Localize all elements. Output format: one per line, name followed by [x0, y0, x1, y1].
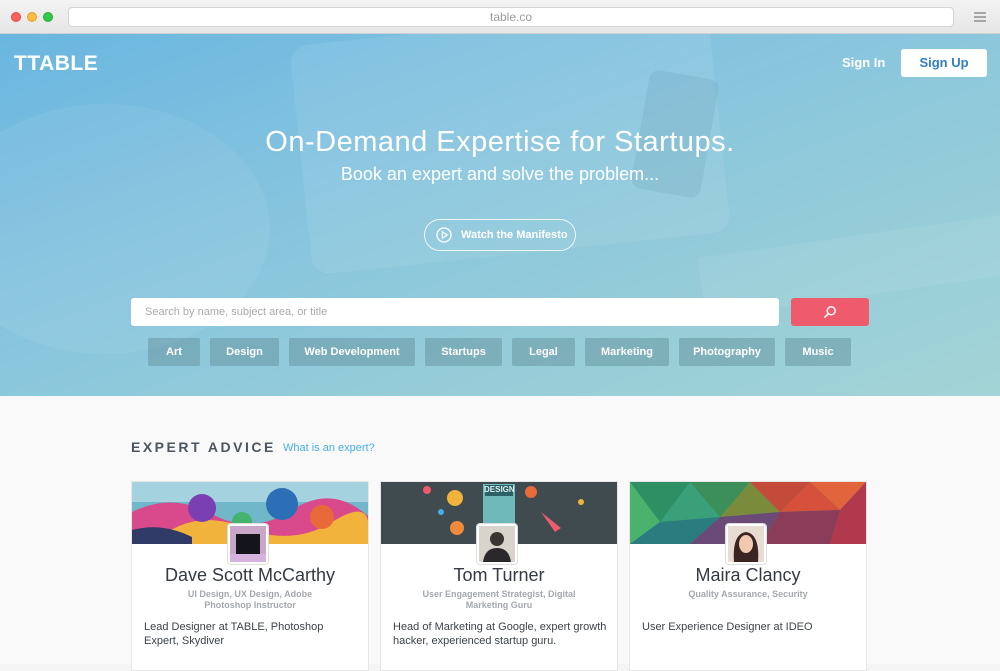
maximize-window-button[interactable] [43, 12, 53, 22]
search-button[interactable] [791, 298, 869, 326]
watch-manifesto-button[interactable]: Watch the Manifesto [424, 219, 576, 251]
avatar [228, 524, 268, 564]
logo[interactable]: TTABLE [14, 52, 98, 76]
search-input[interactable] [131, 298, 779, 326]
tag-web-development[interactable]: Web Development [289, 338, 415, 366]
tag-startups[interactable]: Startups [425, 338, 502, 366]
sign-up-button[interactable]: Sign Up [901, 49, 987, 77]
play-icon [436, 227, 452, 243]
tag-art[interactable]: Art [148, 338, 200, 366]
expert-card[interactable]: Dave Scott McCarthy UI Design, UX Design… [131, 481, 369, 671]
expert-bio: Head of Marketing at Google, expert grow… [393, 621, 607, 647]
search-icon [823, 306, 836, 318]
expert-card[interactable]: DESIGN Tom Turner User Engagement Strate… [380, 481, 618, 671]
hero-section: TTABLE Sign In Sign Up On-Demand Experti… [0, 34, 1000, 396]
cover-label: DESIGN [484, 485, 515, 494]
avatar [726, 524, 766, 564]
address-bar[interactable]: table.co [68, 7, 954, 27]
browser-chrome: table.co [0, 0, 1000, 34]
expert-name: Dave Scott McCarthy [164, 565, 336, 585]
expert-skills: User Engagement Strategist, Digital Mark… [422, 589, 576, 610]
expert-skills: Quality Assurance, Security [688, 589, 808, 599]
close-window-button[interactable] [11, 12, 21, 22]
watch-manifesto-label: Watch the Manifesto [461, 229, 568, 241]
hero-title: On-Demand Expertise for Startups. [265, 126, 735, 158]
hero-subtitle: Book an expert and solve the problem... [340, 164, 660, 184]
expert-skills: UI Design, UX Design, Adobe Photoshop In… [187, 589, 313, 610]
avatar [477, 524, 517, 564]
hamburger-icon[interactable] [974, 12, 986, 22]
expert-name: Tom Turner [453, 565, 545, 585]
tag-music[interactable]: Music [785, 338, 851, 366]
expert-advice-section: EXPERT ADVICE What is an expert? Dave Sc… [0, 396, 1000, 671]
tag-photography[interactable]: Photography [679, 338, 775, 366]
minimize-window-button[interactable] [27, 12, 37, 22]
expert-bio: Lead Designer at TABLE, Photoshop Expert… [144, 621, 324, 647]
tag-design[interactable]: Design [210, 338, 279, 366]
what-is-expert-link[interactable]: What is an expert? [283, 442, 375, 454]
sign-in-link[interactable]: Sign In [842, 55, 885, 70]
tag-legal[interactable]: Legal [512, 338, 575, 366]
tag-marketing[interactable]: Marketing [585, 338, 669, 366]
expert-card[interactable]: Maira Clancy Quality Assurance, Security… [629, 481, 867, 671]
expert-name: Maira Clancy [695, 565, 801, 585]
expert-bio: User Experience Designer at IDEO [642, 621, 813, 633]
section-title: EXPERT ADVICE [131, 439, 276, 455]
